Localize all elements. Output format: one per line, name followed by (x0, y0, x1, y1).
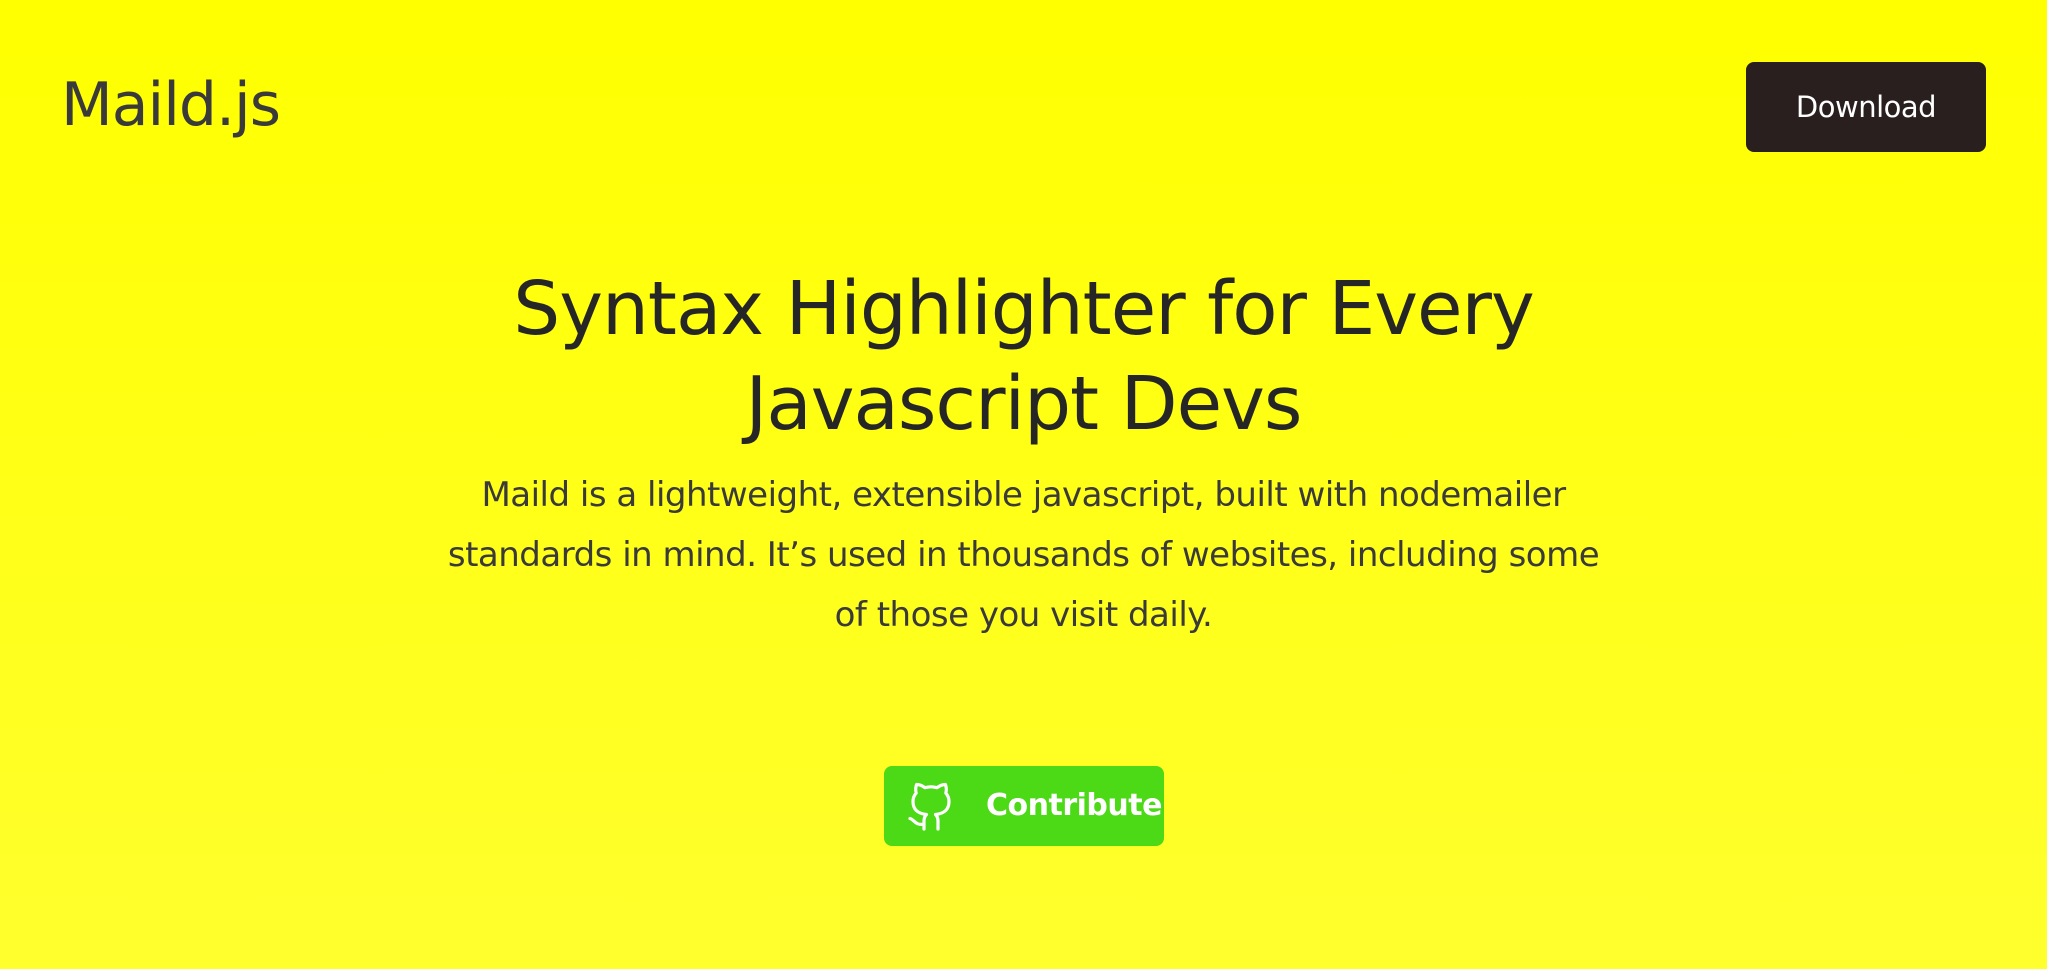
hero-description: Maild is a lightweight, extensible javas… (400, 465, 1647, 645)
download-button[interactable]: Download (1746, 62, 1986, 152)
site-logo[interactable]: Maild.js (61, 64, 281, 146)
github-icon (908, 782, 951, 831)
hero-title: Syntax Highlighter for Every Javascript … (0, 262, 2047, 452)
hero-title-line: Javascript Devs (745, 361, 1303, 447)
contribute-label: Contribute (986, 788, 1162, 823)
hero-description-line: Maild is a lightweight, extensible javas… (481, 475, 1566, 515)
hero-title-line: Syntax Highlighter for Every (513, 266, 1534, 352)
hero-description-line: standards in mind. It’s used in thousand… (447, 535, 1600, 575)
hero-description-line: of those you visit daily. (834, 595, 1213, 635)
contribute-button[interactable]: Contribute (884, 766, 1164, 846)
